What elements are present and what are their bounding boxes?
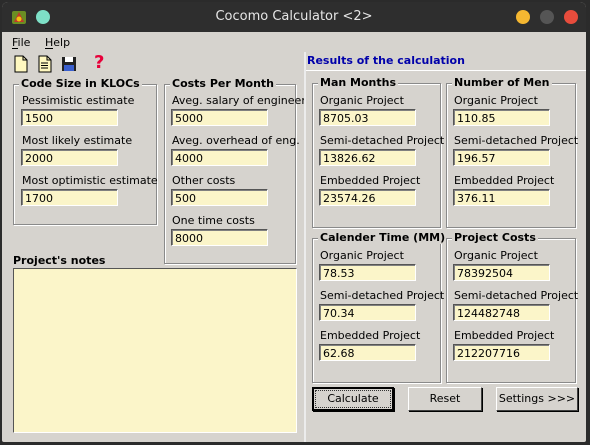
men-organic-label: Organic Project: [454, 94, 538, 107]
notes-textarea[interactable]: [13, 268, 297, 433]
title-bar[interactable]: Cocomo Calculator <2>: [2, 2, 586, 32]
man-months-title: Man Months: [318, 76, 399, 89]
app-window: Cocomo Calculator <2> File Help ? Code S…: [2, 2, 586, 442]
time-organic-output: 78.53: [319, 264, 416, 281]
pc-embedded-label: Embedded Project: [454, 329, 555, 342]
optimistic-label: Most optimistic estimate: [22, 174, 158, 187]
mm-embedded-output: 23574.26: [319, 189, 416, 206]
pc-organic-label: Organic Project: [454, 249, 538, 262]
mm-embedded-label: Embedded Project: [320, 174, 421, 187]
time-semi-label: Semi-detached Project: [320, 289, 445, 302]
minimize-button[interactable]: [516, 10, 530, 24]
help-icon[interactable]: ?: [94, 52, 104, 74]
results-title: Results of the calculation: [307, 54, 465, 67]
pc-semi-output: 124482748: [453, 304, 550, 321]
overhead-label: Aveg. overhead of eng.: [172, 134, 300, 147]
costs-title: Costs Per Month: [170, 77, 277, 90]
new-file-icon[interactable]: [12, 55, 30, 73]
menu-help-mnemonic: [45, 48, 53, 49]
optimistic-input[interactable]: 1700: [21, 189, 118, 206]
time-title: Calender Time (MM): [318, 231, 448, 244]
overhead-input[interactable]: 4000: [171, 149, 268, 166]
time-semi-output: 70.34: [319, 304, 416, 321]
close-button[interactable]: [564, 10, 578, 24]
calculate-button-label: Calculate: [315, 390, 391, 408]
pc-semi-label: Semi-detached Project: [454, 289, 579, 302]
likely-input[interactable]: 2000: [21, 149, 118, 166]
mm-organic-output: 8705.03: [319, 109, 416, 126]
window-title: Cocomo Calculator <2>: [215, 9, 373, 24]
results-divider: [306, 70, 586, 71]
mm-semi-output: 13826.62: [319, 149, 416, 166]
settings-button[interactable]: Settings >>>: [496, 387, 578, 411]
time-embedded-label: Embedded Project: [320, 329, 421, 342]
salary-label: Aveg. salary of engineer: [172, 94, 306, 107]
code-size-title: Code Size in KLOCs: [19, 77, 142, 90]
calculate-button[interactable]: Calculate: [312, 387, 394, 411]
maximize-button[interactable]: [540, 10, 554, 24]
men-semi-output: 196.57: [453, 149, 550, 166]
other-costs-label: Other costs: [172, 174, 236, 187]
save-icon[interactable]: [60, 55, 78, 73]
pessimistic-input[interactable]: 1500: [21, 109, 118, 126]
men-organic-output: 110.85: [453, 109, 550, 126]
onetime-costs-label: One time costs: [172, 214, 255, 227]
mm-organic-label: Organic Project: [320, 94, 404, 107]
mm-semi-label: Semi-detached Project: [320, 134, 445, 147]
notes-title: Project's notes: [13, 254, 106, 267]
pc-organic-output: 78392504: [453, 264, 550, 281]
onetime-costs-input[interactable]: 8000: [171, 229, 268, 246]
men-embedded-output: 376.11: [453, 189, 550, 206]
time-embedded-output: 62.68: [319, 344, 416, 361]
men-semi-label: Semi-detached Project: [454, 134, 579, 147]
open-file-icon[interactable]: [36, 55, 54, 73]
other-costs-input[interactable]: 500: [171, 189, 268, 206]
menu-file-mnemonic: [12, 48, 18, 49]
project-costs-title: Project Costs: [452, 231, 538, 244]
men-embedded-label: Embedded Project: [454, 174, 555, 187]
salary-input[interactable]: 5000: [171, 109, 268, 126]
pessimistic-label: Pessimistic estimate: [22, 94, 135, 107]
likely-label: Most likely estimate: [22, 134, 133, 147]
reset-button[interactable]: Reset: [408, 387, 482, 411]
time-organic-label: Organic Project: [320, 249, 404, 262]
men-title: Number of Men: [452, 76, 552, 89]
pc-embedded-output: 212207716: [453, 344, 550, 361]
